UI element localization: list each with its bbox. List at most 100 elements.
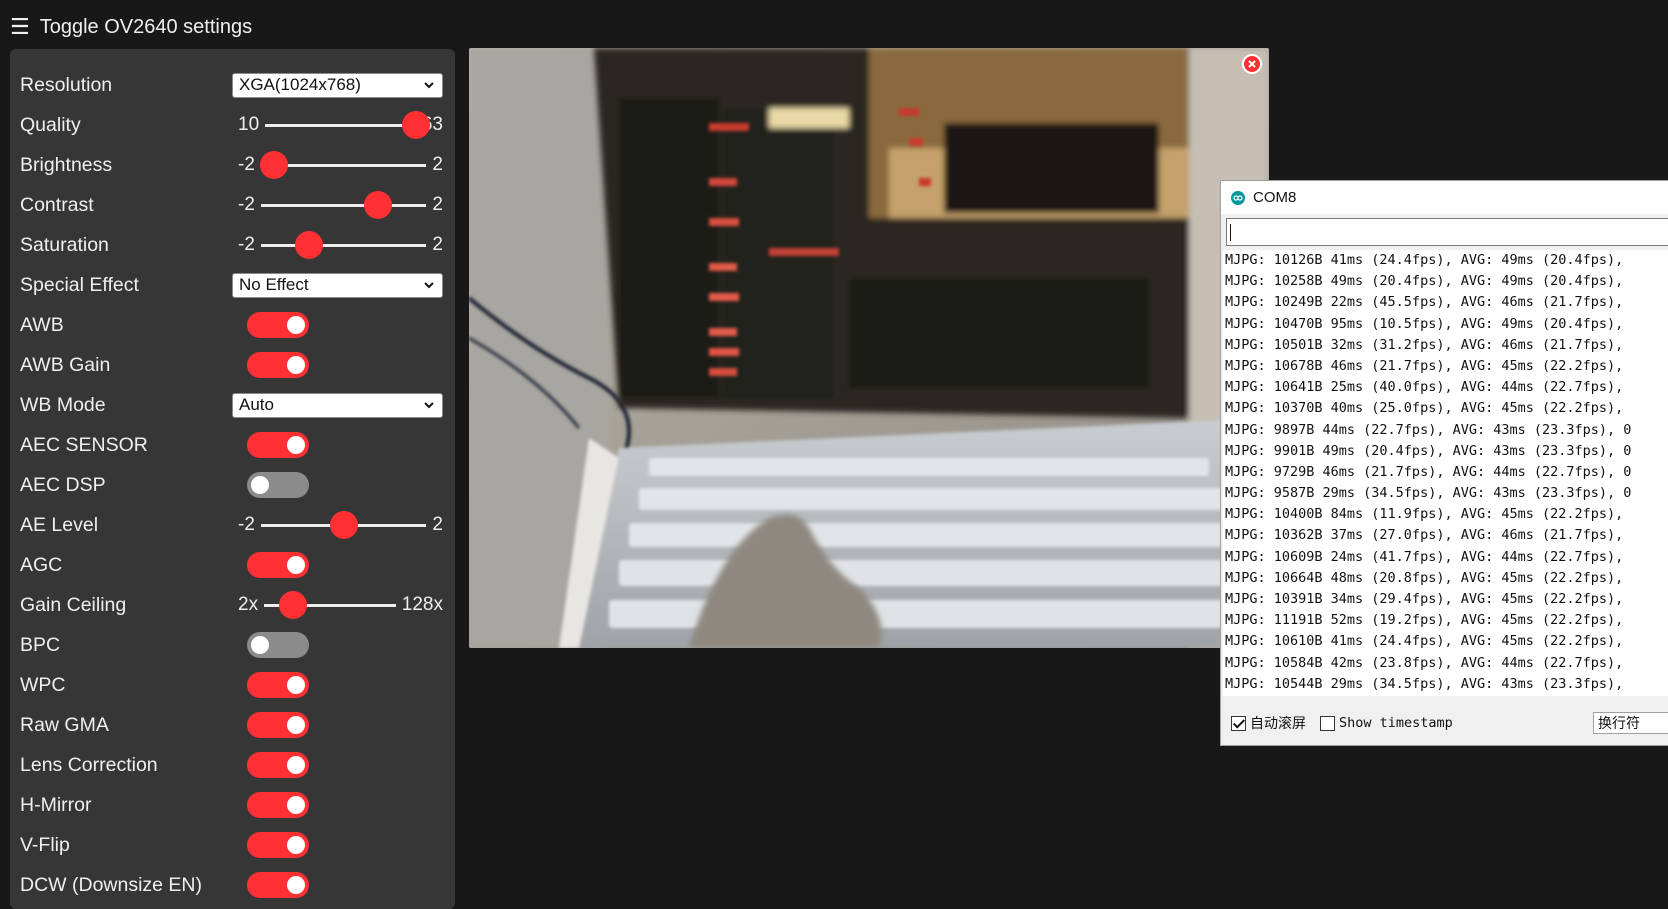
setting-resolution: Resolution XGA(1024x768): [20, 65, 443, 105]
gain-ceiling-slider[interactable]: [264, 591, 396, 619]
wpc-toggle[interactable]: [247, 672, 309, 698]
serial-output-line: MJPG: 10370B 40ms (25.0fps), AVG: 45ms (…: [1225, 400, 1624, 417]
autoscroll-checkbox[interactable]: [1231, 715, 1246, 731]
chevron-down-icon: [424, 402, 434, 409]
timestamp-label: Show timestamp: [1339, 715, 1453, 731]
special-effect-select[interactable]: No Effect: [232, 272, 443, 298]
serial-output-line: MJPG: 10609B 24ms (41.7fps), AVG: 44ms (…: [1225, 548, 1624, 565]
vflip-label: V-Flip: [20, 833, 70, 856]
serial-output-line: MJPG: 11191B 52ms (19.2fps), AVG: 45ms (…: [1225, 612, 1624, 629]
setting-saturation: Saturation -2 2: [20, 225, 443, 265]
serial-send-input[interactable]: [1226, 218, 1668, 246]
setting-raw-gma: Raw GMA: [20, 705, 443, 745]
quality-slider[interactable]: [265, 111, 430, 139]
gain-ceiling-label: Gain Ceiling: [20, 593, 127, 616]
contrast-max: 2: [432, 194, 443, 215]
hmirror-toggle[interactable]: [247, 792, 309, 818]
aec-dsp-toggle[interactable]: [247, 472, 309, 498]
hamburger-icon[interactable]: ☰: [10, 16, 30, 38]
autoscroll-label: 自动滚屏: [1250, 715, 1306, 731]
setting-awb-gain: AWB Gain: [20, 345, 443, 385]
bpc-toggle[interactable]: [247, 632, 309, 658]
serial-output-line: MJPG: 10544B 29ms (34.5fps), AVG: 43ms (…: [1225, 675, 1624, 692]
resolution-select[interactable]: XGA(1024x768): [232, 72, 443, 98]
dcw-label: DCW (Downsize EN): [20, 873, 203, 896]
resolution-label: Resolution: [20, 73, 113, 96]
wb-mode-select[interactable]: Auto: [232, 392, 443, 418]
setting-agc: AGC: [20, 545, 443, 585]
brightness-slider-thumb[interactable]: [260, 151, 289, 179]
saturation-min: -2: [238, 234, 255, 255]
serial-output-line: MJPG: 10126B 41ms (24.4fps), AVG: 49ms (…: [1225, 252, 1624, 268]
setting-dcw: DCW (Downsize EN): [20, 865, 443, 905]
gain-ceiling-max: 128x: [401, 594, 443, 615]
aec-dsp-label: AEC DSP: [20, 473, 106, 496]
setting-quality: Quality 10 63: [20, 105, 443, 145]
serial-output-line: MJPG: 10249B 22ms (45.5fps), AVG: 46ms (…: [1225, 294, 1624, 311]
chevron-down-icon: [424, 82, 434, 89]
serial-output-line: MJPG: 10400B 84ms (11.9fps), AVG: 45ms (…: [1225, 506, 1624, 523]
awb-label: AWB: [20, 313, 64, 336]
awb-gain-toggle[interactable]: [247, 352, 309, 378]
setting-aec-sensor: AEC SENSOR: [20, 425, 443, 465]
line-ending-select[interactable]: 换行符: [1593, 712, 1668, 734]
dcw-toggle[interactable]: [247, 872, 309, 898]
setting-gain-ceiling: Gain Ceiling 2x 128x: [20, 585, 443, 625]
contrast-label: Contrast: [20, 193, 94, 216]
setting-contrast: Contrast -2 2: [20, 185, 443, 225]
serial-output-line: MJPG: 10664B 48ms (20.8fps), AVG: 45ms (…: [1225, 569, 1624, 586]
raw-gma-toggle[interactable]: [247, 712, 309, 738]
setting-vflip: V-Flip: [20, 825, 443, 865]
serial-output-line: MJPG: 9729B 46ms (21.7fps), AVG: 44ms (2…: [1225, 463, 1632, 480]
serial-output-line: MJPG: 10584B 42ms (23.8fps), AVG: 44ms (…: [1225, 654, 1624, 671]
saturation-max: 2: [432, 234, 443, 255]
serial-output-line: MJPG: 9587B 29ms (34.5fps), AVG: 43ms (2…: [1225, 485, 1632, 502]
saturation-slider[interactable]: [260, 231, 427, 259]
setting-wb-mode: WB Mode Auto: [20, 385, 443, 425]
vflip-toggle[interactable]: [247, 832, 309, 858]
contrast-min: -2: [238, 194, 255, 215]
aec-sensor-toggle[interactable]: [247, 432, 309, 458]
awb-gain-label: AWB Gain: [20, 353, 111, 376]
setting-aec-dsp: AEC DSP: [20, 465, 443, 505]
serial-monitor-titlebar[interactable]: COM8: [1221, 181, 1668, 214]
serial-output-line: MJPG: 9901B 49ms (20.4fps), AVG: 43ms (2…: [1225, 442, 1632, 459]
serial-output[interactable]: MJPG: 10126B 41ms (24.4fps), AVG: 49ms (…: [1223, 250, 1668, 696]
lens-correction-toggle[interactable]: [247, 752, 309, 778]
ae-level-slider[interactable]: [260, 511, 427, 539]
aec-sensor-label: AEC SENSOR: [20, 433, 148, 456]
special-effect-value: No Effect: [239, 275, 309, 294]
setting-ae-level: AE Level -2 2: [20, 505, 443, 545]
settings-panel: Resolution XGA(1024x768) Quality 10 63 B…: [10, 49, 455, 909]
camera-stream-image: [469, 48, 1269, 648]
serial-output-line: MJPG: 9897B 44ms (22.7fps), AVG: 43ms (2…: [1225, 421, 1632, 438]
arduino-icon: [1231, 190, 1245, 205]
setting-awb: AWB: [20, 305, 443, 345]
serial-output-line: MJPG: 10470B 95ms (10.5fps), AVG: 49ms (…: [1225, 315, 1624, 332]
saturation-slider-thumb[interactable]: [294, 231, 323, 259]
wb-mode-label: WB Mode: [20, 393, 106, 416]
brightness-label: Brightness: [20, 153, 113, 176]
brightness-max: 2: [432, 154, 443, 175]
setting-bpc: BPC: [20, 625, 443, 665]
setting-hmirror: H-Mirror: [20, 785, 443, 825]
ae-level-label: AE Level: [20, 513, 99, 536]
timestamp-checkbox[interactable]: [1320, 715, 1335, 731]
settings-toggle-title[interactable]: Toggle OV2640 settings: [40, 16, 252, 39]
setting-wpc: WPC: [20, 665, 443, 705]
wpc-label: WPC: [20, 673, 66, 696]
serial-output-line: MJPG: 10362B 37ms (27.0fps), AVG: 46ms (…: [1225, 527, 1624, 544]
resolution-value: XGA(1024x768): [239, 75, 361, 94]
ae-level-slider-thumb[interactable]: [329, 511, 358, 539]
gain-ceiling-slider-thumb[interactable]: [279, 591, 308, 619]
close-stream-button[interactable]: [1242, 54, 1262, 74]
contrast-slider[interactable]: [260, 191, 427, 219]
quality-slider-thumb[interactable]: [401, 111, 430, 139]
wb-mode-value: Auto: [239, 395, 274, 414]
ae-level-min: -2: [238, 514, 255, 535]
brightness-slider[interactable]: [260, 151, 427, 179]
gain-ceiling-min: 2x: [238, 594, 259, 615]
agc-toggle[interactable]: [247, 552, 309, 578]
awb-toggle[interactable]: [247, 312, 309, 338]
contrast-slider-thumb[interactable]: [364, 191, 393, 219]
